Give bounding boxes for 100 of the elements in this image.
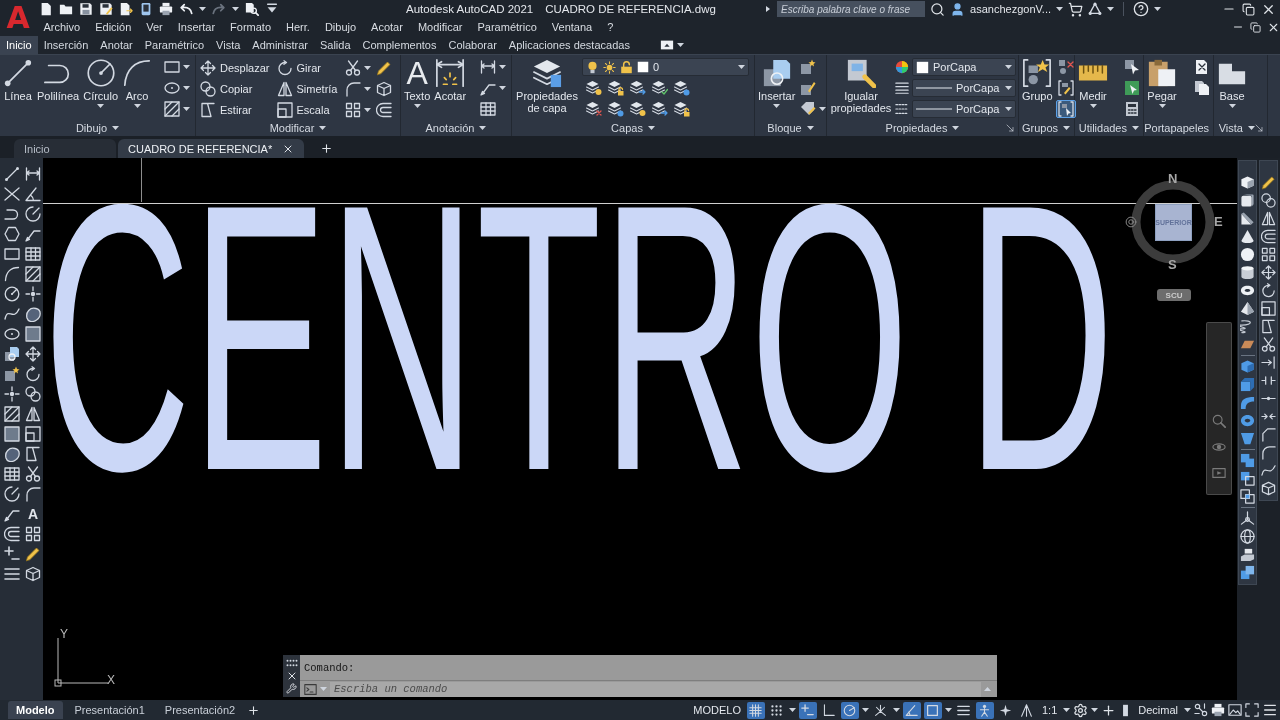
tablet-icon[interactable] [139,2,153,16]
units-dropdown[interactable]: Decimal [1135,701,1181,719]
hatched-square-icon[interactable] [4,406,20,422]
status-toggle-button[interactable] [840,701,859,719]
tool-button[interactable] [162,58,192,76]
folder-icon[interactable] [59,2,73,16]
pencil-icon[interactable] [1261,175,1276,190]
fullscreen-icon[interactable] [1245,703,1259,717]
parallel-curves-icon[interactable] [1261,229,1276,244]
intersect-squares-icon[interactable] [1240,489,1255,504]
ribbon-tool-button[interactable]: Círculo [82,57,120,108]
undo-arrow-icon[interactable] [179,2,193,16]
redo-arrow-icon[interactable] [212,2,226,16]
stretch-shape-icon[interactable] [1261,319,1276,334]
layer-dropdown[interactable]: 0 [582,58,749,76]
block-pencil-icon[interactable] [800,80,817,96]
menu-icon[interactable] [1262,702,1278,718]
documents-icon[interactable] [1194,80,1210,96]
stretch-shape-icon[interactable] [25,446,41,462]
lineweight-dropdown[interactable]: PorCapa [912,79,1016,97]
linetype-dropdown[interactable]: PorCapa [912,100,1016,118]
settings-icon[interactable] [1073,702,1089,718]
layout-tab[interactable]: Modelo [8,701,63,719]
status-toggle-button[interactable] [798,701,817,719]
spline-curve-icon[interactable] [1261,463,1276,478]
sphere-icon[interactable] [1240,247,1255,262]
status-toggle-button[interactable] [975,701,994,719]
terminal-icon[interactable] [304,682,317,696]
arc-icon[interactable] [4,266,20,282]
compass-east-label[interactable]: E [1214,215,1223,229]
ribbon-tool-button[interactable]: Escala [274,100,340,119]
color-dropdown[interactable]: PorCapa [912,58,1016,76]
layer-padlock-icon[interactable] [674,101,690,117]
ribbon-tool-button[interactable]: Línea [2,57,34,102]
box-icon[interactable] [1240,193,1255,208]
ribbon-tool-button[interactable]: Arco [121,57,154,108]
plus-icon[interactable] [320,142,334,155]
ribbon-tool-button[interactable]: Igualar propiedades [829,57,893,114]
line-icon[interactable] [4,166,20,182]
funnel-icon[interactable] [1240,431,1255,446]
ribbon-tool-button[interactable]: Girar [274,58,340,77]
donut-icon[interactable] [1240,413,1255,428]
tool-button[interactable] [162,79,192,97]
pencil-icon[interactable] [375,59,392,76]
stacked-blocks-icon[interactable] [1240,547,1255,562]
layer-dot-icon[interactable] [674,80,690,96]
ribbon-tab[interactable]: Anotar [94,36,139,54]
ribbon-tool-button[interactable]: Medir [1077,57,1109,108]
cylinder-icon[interactable] [1240,265,1255,280]
ribbon-tool-button[interactable]: Polilínea [36,57,81,102]
color-wheel-icon[interactable] [895,60,909,74]
panel-title[interactable]: Vista [1218,122,1243,134]
radius-icon[interactable] [4,486,20,502]
ribbon-tab[interactable]: Aplicaciones destacadas [502,36,636,54]
rotate-arrow-icon[interactable] [1261,283,1276,298]
ribbon-tab[interactable]: Salida [313,36,357,54]
picture-icon[interactable] [1228,703,1242,717]
ribbon-tool-button[interactable]: Pegar [1146,57,1178,108]
play-screen-icon[interactable] [1212,466,1226,480]
status-toggle-button[interactable] [746,701,765,719]
table-icon[interactable] [25,246,41,262]
cube-outline-icon[interactable] [1261,481,1276,496]
ribbon-tab[interactable]: Vista [210,36,247,54]
chamfer-corner-icon[interactable] [1261,427,1276,442]
panel-title[interactable]: Grupos [1021,122,1058,134]
file-tab[interactable]: CUADRO DE REFERENCIA* [118,139,305,158]
parallel-curves-icon[interactable] [4,526,20,542]
cube-icon[interactable] [1240,175,1255,190]
panel-title[interactable]: Portapapeles [1144,122,1209,134]
corner-arrow-icon[interactable] [1006,124,1014,132]
compass-north-label[interactable]: N [1168,172,1178,186]
point-icon[interactable] [4,386,20,402]
plus-icon[interactable] [1101,702,1117,718]
panel-title[interactable]: Propiedades [885,122,948,134]
layer-padlock-icon[interactable] [608,80,624,96]
layer-check-icon[interactable] [652,80,668,96]
plus-underscore-icon[interactable] [4,546,20,562]
dimension-icon[interactable] [25,166,41,182]
bent-pipe-icon[interactable] [1240,395,1255,410]
broken-line-icon[interactable] [1261,373,1276,388]
grip-dots-icon[interactable] [285,657,298,669]
floppy-pencil-icon[interactable] [99,2,113,16]
mirrored-triangles-icon[interactable] [25,406,41,422]
nested-squares-icon[interactable] [1261,301,1276,316]
panel-title[interactable]: Bloque [767,122,802,134]
square-cursor-icon[interactable] [1124,59,1140,75]
user-icon[interactable] [950,1,966,17]
help-icon[interactable] [1133,1,1149,17]
angle-icon[interactable] [25,186,41,202]
overlapping-circles-icon[interactable] [25,386,41,402]
menu-item[interactable]: Paramétrico [470,21,545,33]
move-arrows-icon[interactable] [25,346,41,362]
menu-item[interactable]: Ver [138,21,171,33]
page-magnifier-icon[interactable] [245,2,259,16]
block-icon[interactable] [1240,377,1255,392]
menu-item[interactable]: Acotar [363,21,411,33]
radius-icon[interactable] [25,206,41,222]
menu-item[interactable]: Herr. [278,21,318,33]
ribbon-tool-button[interactable]: Copiar [198,79,272,98]
overlapping-circles-icon[interactable] [1261,193,1276,208]
